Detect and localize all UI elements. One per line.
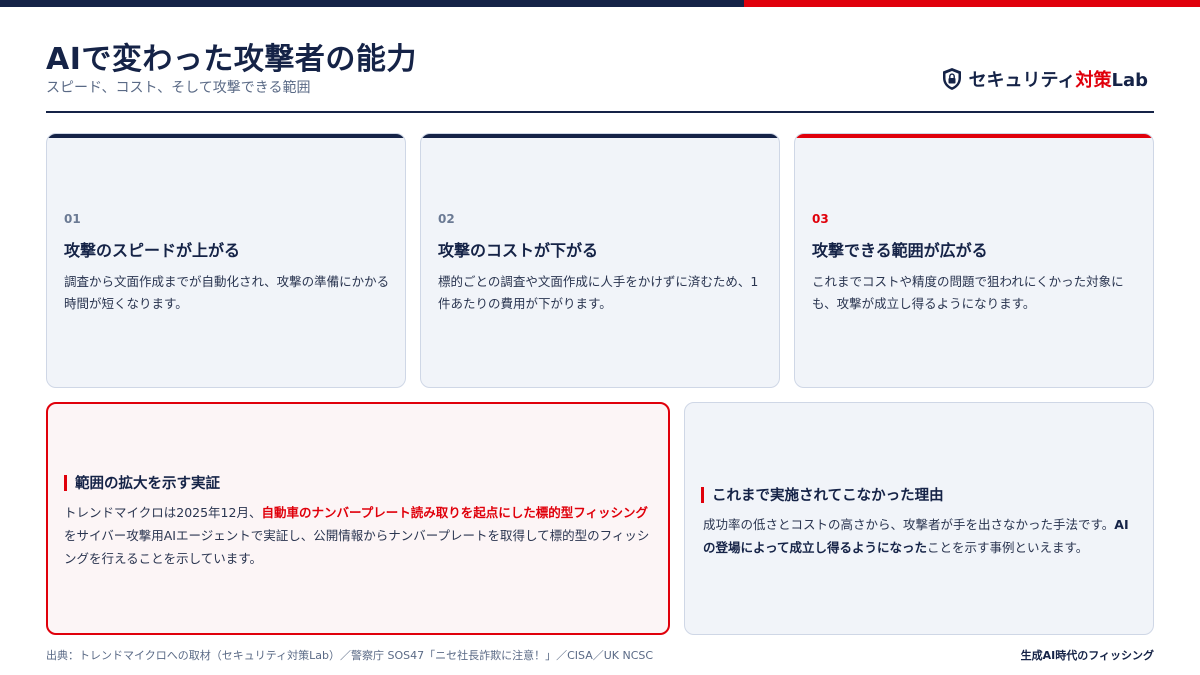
- top-accent-bar-red: [744, 0, 1200, 7]
- evidence-body-post: をサイバー攻撃用AIエージェントで実証し、公開情報からナンバープレートを取得して…: [64, 528, 650, 566]
- reason-body-pre: 成功率の低さとコストの高さから、攻撃者が手を出さなかった手法です。: [703, 517, 1115, 532]
- card-number: 01: [64, 212, 81, 226]
- reason-title-text: これまで実施されてこなかった理由: [712, 488, 944, 504]
- top-accent-bar-navy: [0, 0, 744, 7]
- card-number: 02: [438, 212, 455, 226]
- card-top-border: [795, 134, 1153, 138]
- evidence-body-pre: トレンドマイクロは2025年12月、: [64, 505, 262, 520]
- brand-logo: セキュリティ対策Lab: [941, 66, 1148, 92]
- brand-name-main: セキュリティ: [968, 70, 1076, 91]
- card-title: 攻撃のコストが下がる: [438, 241, 599, 260]
- evidence-panel: 範囲の拡大を示す実証 トレンドマイクロは2025年12月、自動車のナンバープレー…: [46, 402, 670, 635]
- evidence-body: トレンドマイクロは2025年12月、自動車のナンバープレート読み取りを起点にした…: [64, 501, 652, 570]
- page-title: AIで変わった攻撃者の能力: [46, 42, 417, 77]
- card-speed: 01 攻撃のスピードが上がる 調査から文面作成までが自動化され、攻撃の準備にかか…: [46, 133, 406, 388]
- shield-lock-icon: [942, 68, 961, 90]
- section-tag: 生成AI時代のフィッシング: [1020, 649, 1154, 662]
- page-subtitle: スピード、コスト、そして攻撃できる範囲: [46, 80, 311, 96]
- evidence-title: 範囲の拡大を示す実証: [64, 472, 220, 493]
- card-body: 標的ごとの調査や文面作成に人手をかけずに済むため、1件あたりの費用が下がります。: [438, 274, 759, 311]
- card-title: 攻撃のスピードが上がる: [64, 241, 241, 260]
- card-body: これまでコストや精度の問題で狙われにくかった対象にも、攻撃が成立し得るようになり…: [812, 274, 1124, 311]
- reason-title: これまで実施されてこなかった理由: [701, 484, 944, 505]
- card-top-border: [47, 134, 405, 138]
- top-accent-bar: [0, 0, 1200, 7]
- brand-name-suffix: Lab: [1111, 70, 1148, 91]
- brand-name: セキュリティ対策Lab: [969, 66, 1148, 92]
- evidence-body-highlight: 自動車のナンバープレート読み取りを起点にした標的型フィッシング: [261, 505, 648, 520]
- reason-panel: これまで実施されてこなかった理由 成功率の低さとコストの高さから、攻撃者が手を出…: [684, 402, 1154, 635]
- title-accent-bar: [701, 486, 704, 503]
- reason-body: 成功率の低さとコストの高さから、攻撃者が手を出さなかった手法です。AIの登場によ…: [703, 513, 1139, 559]
- source-citation: 出典：トレンドマイクロへの取材（セキュリティ対策Lab）／警察庁 SOS47「ニ…: [46, 649, 654, 662]
- evidence-title-text: 範囲の拡大を示す実証: [75, 476, 220, 492]
- brand-name-accent: 対策: [1075, 70, 1112, 91]
- reason-body-post: ことを示す事例といえます。: [927, 540, 1089, 555]
- card-scope: 03 攻撃できる範囲が広がる これまでコストや精度の問題で狙われにくかった対象に…: [794, 133, 1154, 388]
- card-body: 調査から文面作成までが自動化され、攻撃の準備にかかる時間が短くなります。: [64, 274, 390, 311]
- card-top-border: [421, 134, 779, 138]
- card-title: 攻撃できる範囲が広がる: [812, 241, 988, 260]
- card-cost: 02 攻撃のコストが下がる 標的ごとの調査や文面作成に人手をかけずに済むため、1…: [420, 133, 780, 388]
- card-number: 03: [812, 212, 829, 226]
- title-accent-bar: [64, 474, 67, 491]
- header-divider: [46, 111, 1154, 113]
